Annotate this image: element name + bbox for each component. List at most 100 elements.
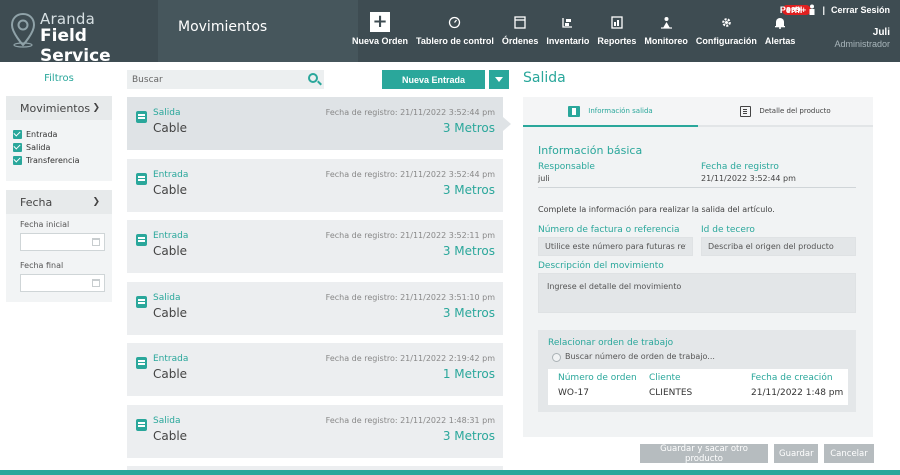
movement-type: Salida: [153, 416, 181, 426]
tab-label: Detalle del producto: [759, 107, 831, 115]
tab-label: Información salida: [588, 107, 653, 115]
table-header: Número de orden: [558, 373, 637, 383]
register-date: Fecha de registro: 21/11/2022 2:19:42 pm: [325, 354, 495, 363]
nav-new-order[interactable]: + Nueva Orden: [348, 0, 412, 62]
main-nav: + Nueva Orden Tablero de control Órdenes…: [348, 0, 811, 62]
separator: |: [822, 4, 825, 15]
third-party-input[interactable]: [701, 237, 856, 256]
product-name: Cable: [153, 121, 188, 135]
chevron-down-icon: ❯: [92, 197, 100, 207]
nav-settings[interactable]: Configuración: [692, 0, 761, 62]
calendar-icon[interactable]: [92, 279, 100, 287]
third-party-label: Id de tecero: [701, 225, 755, 235]
bottom-accent-bar: [0, 470, 900, 475]
top-header: Aranda Field Service Movimientos + Nueva…: [0, 0, 900, 66]
nav-label: Inventario: [546, 36, 590, 46]
cancel-button[interactable]: Cancelar: [824, 444, 874, 463]
search-icon[interactable]: [308, 73, 318, 83]
product-name: Cable: [153, 429, 188, 443]
new-entry-button[interactable]: Nueva Entrada: [382, 70, 485, 89]
movement-icon: [136, 296, 147, 308]
filters-title[interactable]: Filtros: [6, 73, 112, 84]
radio-icon[interactable]: [552, 353, 561, 362]
description-textarea[interactable]: [538, 273, 856, 313]
product-name: Cable: [153, 244, 188, 258]
register-date: Fecha de registro: 21/11/2022 3:51:10 pm: [325, 293, 495, 302]
divider: [538, 187, 856, 188]
table-cell[interactable]: CLIENTES: [649, 388, 692, 398]
brand-line2: Field Service: [40, 26, 111, 66]
product-name: Cable: [153, 367, 188, 381]
nav-inventory[interactable]: Inventario: [542, 0, 593, 62]
nav-orders[interactable]: Órdenes: [498, 0, 543, 62]
table-cell[interactable]: WO-17: [558, 388, 589, 398]
new-entry-dropdown-button[interactable]: [489, 70, 509, 89]
register-date: Fecha de registro: 21/11/2022 1:48:31 pm: [325, 416, 495, 425]
movement-type: Entrada: [153, 231, 189, 241]
nav-reports[interactable]: Reportes: [593, 0, 640, 62]
checkbox-checked-icon[interactable]: [13, 130, 22, 139]
quantity: 1 Metros: [442, 367, 495, 381]
product-name: Cable: [153, 183, 188, 197]
nav-dashboard[interactable]: Tablero de control: [412, 0, 498, 62]
movement-type: Entrada: [153, 354, 189, 364]
checkbox-checked-icon[interactable]: [13, 143, 22, 152]
tab-product-detail[interactable]: Detalle del producto: [698, 97, 873, 127]
plus-icon: +: [370, 12, 391, 32]
save-and-new-button[interactable]: Guardar y sacar otro producto: [640, 444, 768, 464]
search-input[interactable]: [127, 70, 297, 89]
filter-option-entrada[interactable]: Entrada: [6, 128, 112, 141]
tab-info-salida[interactable]: Información salida: [523, 97, 698, 127]
list-item[interactable]: Salida Cable Fecha de registro: 21/11/20…: [127, 405, 503, 458]
start-date-input[interactable]: [20, 233, 105, 251]
list-icon: [740, 105, 752, 117]
list-item[interactable]: Salida Cable Fecha de registro: 21/11/20…: [127, 282, 503, 335]
list-item[interactable]: Entrada Cable Fecha de registro: 21/11/2…: [127, 220, 503, 273]
info-icon: [568, 105, 581, 117]
table-cell[interactable]: 21/11/2022 1:48 pm: [751, 388, 843, 398]
form-hint: Complete la información para realizar la…: [538, 205, 775, 214]
quantity: 3 Metros: [442, 429, 495, 443]
brand-logo[interactable]: Aranda Field Service: [10, 10, 150, 66]
inventory-icon: [561, 12, 574, 32]
register-date: Fecha de registro: 21/11/2022 3:52:44 pm: [325, 170, 495, 179]
movements-filter: Movimientos ❯ Entrada Salida Transferenc…: [6, 96, 112, 181]
logout-link[interactable]: Cerrar Sesión: [831, 5, 890, 15]
date-filter-label: Fecha: [20, 195, 53, 209]
invoice-input[interactable]: [538, 237, 693, 256]
register-date-value: 21/11/2022 3:52:44 pm: [701, 174, 796, 183]
user-name: Juli: [872, 27, 890, 38]
register-date-label: Fecha de registro: [701, 162, 779, 172]
dashboard-icon: [448, 12, 461, 32]
search-box: [127, 70, 324, 89]
work-order-search[interactable]: Buscar número de orden de trabajo...: [565, 352, 715, 361]
list-item[interactable]: Entrada Cable Fecha de registro: 21/11/2…: [127, 343, 503, 396]
invoice-label: Número de factura o referencia: [538, 225, 680, 235]
register-date: Fecha de registro: 21/11/2022 3:52:44 pm: [325, 108, 495, 117]
location-pin-icon: [10, 12, 36, 48]
work-order-table: Número de orden Cliente Fecha de creació…: [548, 369, 848, 405]
end-date-input[interactable]: [20, 274, 105, 292]
quantity: 3 Metros: [442, 121, 495, 135]
movement-icon: [136, 234, 147, 246]
list-item[interactable]: Entrada Cable Fecha de registro: 21/11/2…: [127, 159, 503, 212]
section-title: Información básica: [538, 144, 643, 157]
profile-link[interactable]: Perfil: [780, 5, 803, 15]
table-header: Cliente: [649, 373, 681, 383]
reports-icon: [611, 12, 623, 32]
checkbox-checked-icon[interactable]: [13, 156, 22, 165]
filter-option-transferencia[interactable]: Transferencia: [6, 154, 112, 167]
save-button[interactable]: Guardar: [774, 444, 818, 463]
chevron-down-icon: ❯: [92, 103, 100, 113]
calendar-icon[interactable]: [92, 238, 100, 246]
user-icon: [809, 4, 815, 15]
date-filter-header[interactable]: Fecha ❯: [6, 190, 112, 214]
list-item[interactable]: Salida Cable Fecha de registro: 21/11/20…: [127, 97, 511, 150]
movement-icon: [136, 419, 147, 431]
date-filter: Fecha ❯ Fecha inicial Fecha final: [6, 190, 112, 302]
filter-option-salida[interactable]: Salida: [6, 141, 112, 154]
movements-filter-header[interactable]: Movimientos ❯: [6, 96, 112, 120]
nav-monitor[interactable]: Monitoreo: [640, 0, 692, 62]
quantity: 3 Metros: [442, 183, 495, 197]
quantity: 3 Metros: [442, 306, 495, 320]
